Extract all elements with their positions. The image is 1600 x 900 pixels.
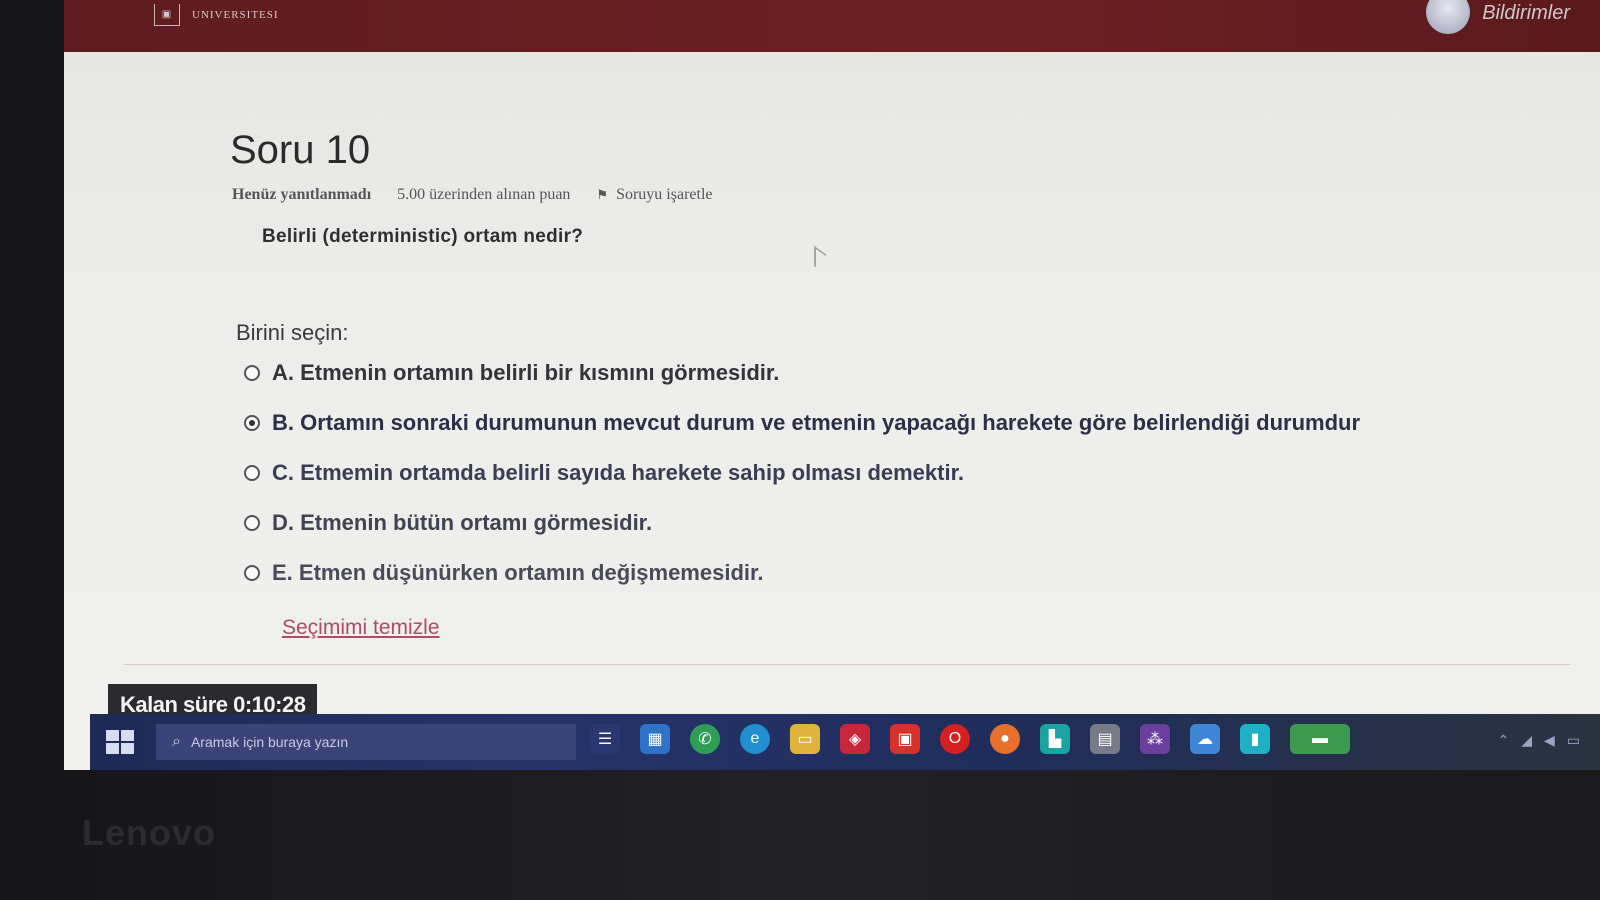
- mouse-cursor-icon: [814, 245, 826, 275]
- avatar[interactable]: [1426, 0, 1470, 34]
- answer-option-text: C. Etmemin ortamda belirli sayıda hareke…: [272, 460, 965, 485]
- file-explorer-icon[interactable]: ▭: [790, 724, 820, 754]
- question-points: 5.00 üzerinden alınan puan: [397, 186, 571, 203]
- search-placeholder: Aramak için buraya yazın: [190, 734, 349, 750]
- logo-text: UNIVERSITESI: [192, 9, 279, 21]
- flag-question-label: Soruyu işaretle: [616, 186, 713, 203]
- question-info: Henüz yanıtlanmadı 5.00 üzerinden alınan…: [232, 186, 713, 204]
- answer-option-text: B. Ortamın sonraki durumunun mevcut duru…: [272, 410, 1361, 435]
- quiz-content: Soru 10 Henüz yanıtlanmadı 5.00 üzerinde…: [64, 52, 1600, 770]
- taskbar-search-input[interactable]: ⌕ Aramak için buraya yazın: [156, 724, 576, 760]
- university-logo[interactable]: ▣ UNIVERSITESI: [154, 0, 279, 30]
- store-icon[interactable]: ▦: [640, 724, 670, 754]
- top-navbar: ▣ UNIVERSITESI Bildirimler: [64, 0, 1600, 52]
- camera-icon[interactable]: ▤: [1090, 724, 1120, 754]
- radio-button[interactable]: [244, 565, 260, 581]
- radio-button[interactable]: [244, 515, 260, 531]
- answer-option-a[interactable]: A. Etmenin ortamın belirli bir kısmını g…: [244, 360, 779, 386]
- weather-icon[interactable]: ☁: [1190, 724, 1220, 754]
- answer-option-c[interactable]: C. Etmemin ortamda belirli sayıda hareke…: [244, 460, 964, 486]
- system-tray: ⌃ ◢ ◀ ▭: [1497, 732, 1580, 749]
- radio-button[interactable]: [244, 365, 260, 381]
- office-icon[interactable]: ▣: [890, 724, 920, 754]
- network-icon[interactable]: ◢: [1521, 732, 1532, 749]
- tray-chevron-icon[interactable]: ⌃: [1497, 732, 1509, 749]
- answer-option-text: D. Etmenin bütün ortamı görmesidir.: [272, 510, 653, 535]
- flag-question-button[interactable]: ⚑ Soruyu işaretle: [596, 186, 712, 204]
- choose-one-label: Birini seçin:: [236, 320, 349, 345]
- app-purple-icon[interactable]: ⁂: [1140, 724, 1170, 754]
- divider: [124, 664, 1570, 665]
- app-cyan-icon[interactable]: ▮: [1240, 724, 1270, 754]
- app-teal-icon[interactable]: ▙: [1040, 724, 1070, 754]
- answer-option-b[interactable]: B. Ortamın sonraki durumunun mevcut duru…: [244, 410, 1360, 436]
- windows-start-icon[interactable]: [106, 730, 134, 754]
- user-menu-label[interactable]: Bildirimler: [1482, 2, 1570, 25]
- clear-selection-link[interactable]: Seçimimi temizle: [282, 616, 440, 640]
- flag-icon: ⚑: [596, 187, 609, 202]
- taskbar-pinned-apps: ☰ ▦ ✆ e ▭ ◈ ▣ O ● ▙ ▤ ⁂ ☁ ▮ ▬: [590, 724, 1350, 754]
- radio-button[interactable]: [244, 465, 260, 481]
- edge-icon[interactable]: e: [740, 724, 770, 754]
- search-icon: ⌕: [172, 733, 181, 750]
- answer-option-d[interactable]: D. Etmenin bütün ortamı görmesidir.: [244, 510, 652, 536]
- laptop-brand-logo: Lenovo: [82, 812, 217, 853]
- task-view-icon[interactable]: ☰: [590, 724, 620, 754]
- question-text: Belirli (deterministic) ortam nedir?: [262, 226, 584, 247]
- answer-option-e[interactable]: E. Etmen düşünürken ortamın değişmemesid…: [244, 560, 763, 586]
- answer-option-text: E. Etmen düşünürken ortamın değişmemesid…: [272, 560, 764, 585]
- answer-option-text: A. Etmenin ortamın belirli bir kısmını g…: [272, 360, 780, 385]
- app-green-icon[interactable]: ▬: [1290, 724, 1350, 754]
- opera-icon[interactable]: O: [940, 724, 970, 754]
- volume-icon[interactable]: ◀: [1544, 732, 1555, 749]
- app-red-icon[interactable]: ◈: [840, 724, 870, 754]
- question-title: Soru 10: [230, 128, 371, 172]
- screen: ▣ UNIVERSITESI Bildirimler Soru 10 Henüz…: [64, 0, 1600, 770]
- answer-status: Henüz yanıtlanmadı: [232, 186, 372, 203]
- laptop-frame: ▣ UNIVERSITESI Bildirimler Soru 10 Henüz…: [0, 0, 1600, 900]
- battery-icon[interactable]: ▭: [1567, 732, 1580, 749]
- radio-button-selected[interactable]: [244, 415, 260, 431]
- whatsapp-icon[interactable]: ✆: [690, 724, 720, 754]
- windows-taskbar: ⌕ Aramak için buraya yazın ☰ ▦ ✆ e ▭ ◈ ▣…: [90, 714, 1600, 770]
- firefox-icon[interactable]: ●: [990, 724, 1020, 754]
- crest-icon: ▣: [154, 4, 180, 26]
